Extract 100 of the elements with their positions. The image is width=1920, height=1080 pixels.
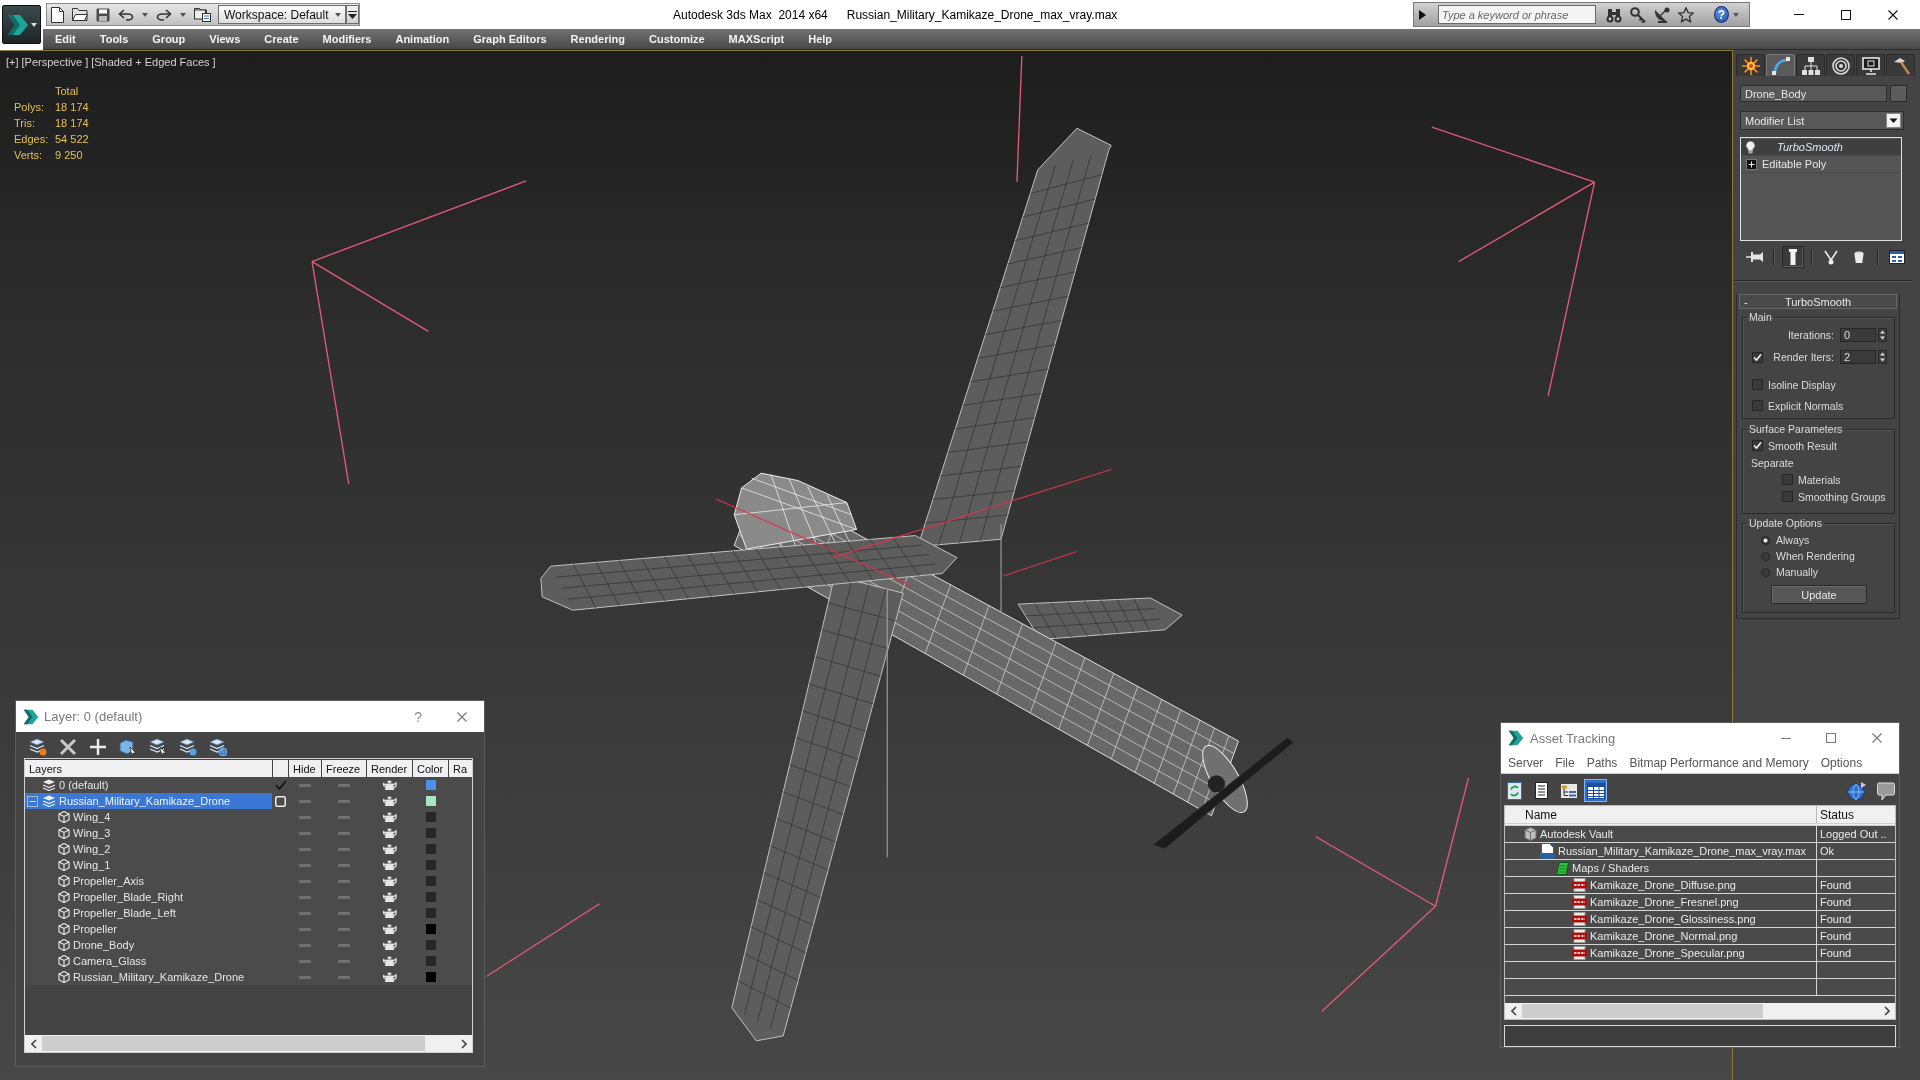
maximize-icon[interactable] bbox=[1841, 9, 1851, 20]
menu-item[interactable]: MAXScript bbox=[716, 29, 797, 49]
swatch-icon[interactable] bbox=[425, 940, 436, 950]
column-header[interactable]: Hide bbox=[289, 760, 321, 777]
swatch-icon[interactable] bbox=[425, 828, 436, 838]
menu-item[interactable]: Paths bbox=[1586, 756, 1618, 770]
swatch-icon[interactable] bbox=[425, 796, 436, 806]
panel-tab[interactable] bbox=[1796, 54, 1825, 76]
cube-cursor-icon[interactable] bbox=[119, 738, 137, 756]
layer-item[interactable]: Wing_4 bbox=[25, 809, 272, 825]
layer-dot-icon[interactable] bbox=[179, 738, 197, 756]
binoculars-icon[interactable] bbox=[1605, 6, 1622, 23]
minimize-icon[interactable] bbox=[1781, 737, 1791, 739]
menu-item[interactable]: Views bbox=[197, 29, 253, 49]
menu-item[interactable]: Server bbox=[1508, 756, 1544, 770]
checkbox[interactable] bbox=[1752, 379, 1763, 390]
layer-item[interactable]: Wing_1 bbox=[25, 857, 272, 873]
globe-icon[interactable] bbox=[1847, 781, 1866, 800]
menu-item[interactable]: Create bbox=[252, 29, 311, 49]
update-button[interactable]: Update bbox=[1771, 585, 1867, 604]
menu-item[interactable]: Tools bbox=[87, 29, 141, 49]
object-name-field[interactable]: Drone_Body bbox=[1740, 85, 1887, 102]
asset-item[interactable]: Kamikaze_Drone_Specular.png bbox=[1505, 945, 1817, 962]
layer-item[interactable]: Wing_2 bbox=[25, 841, 272, 857]
key-icon[interactable] bbox=[1629, 6, 1646, 23]
checkbox[interactable] bbox=[1782, 474, 1793, 485]
teapot-icon[interactable] bbox=[382, 811, 397, 823]
teapot-icon[interactable] bbox=[382, 923, 397, 935]
layer-gear-icon[interactable] bbox=[209, 738, 227, 756]
swatch-icon[interactable] bbox=[425, 812, 436, 822]
caret-icon[interactable] bbox=[1733, 12, 1739, 17]
swatch-icon[interactable] bbox=[425, 924, 436, 934]
asset-item[interactable]: Kamikaze_Drone_Diffuse.png bbox=[1505, 877, 1817, 894]
layer-star-icon[interactable] bbox=[29, 738, 47, 756]
asset-item[interactable]: Russian_Military_Kamikaze_Drone_max_vray.max bbox=[1505, 843, 1817, 860]
layer-item[interactable]: Propeller_Axis bbox=[25, 873, 272, 889]
chevron-left-icon[interactable] bbox=[1510, 1006, 1517, 1016]
scrollbar-thumb[interactable] bbox=[42, 1036, 425, 1051]
project-folder-icon[interactable] bbox=[194, 7, 211, 22]
panel-tab[interactable] bbox=[1766, 54, 1795, 76]
checkbox[interactable] bbox=[1782, 491, 1793, 502]
swatch-icon[interactable] bbox=[425, 844, 436, 854]
swatch-icon[interactable] bbox=[1890, 85, 1907, 102]
checkbox[interactable] bbox=[1752, 351, 1763, 363]
menu-item[interactable]: Modifiers bbox=[310, 29, 384, 49]
menu-item[interactable]: Animation bbox=[383, 29, 462, 49]
chevron-left-icon[interactable] bbox=[30, 1038, 37, 1049]
menu-item[interactable]: File bbox=[1555, 756, 1575, 770]
layer-item[interactable]: Propeller bbox=[25, 921, 272, 937]
spinner-arrows-icon[interactable] bbox=[1878, 350, 1887, 364]
column-header[interactable]: Freeze bbox=[322, 760, 366, 777]
light-bulb-icon[interactable] bbox=[1746, 140, 1755, 154]
column-header[interactable]: Name bbox=[1505, 806, 1817, 823]
panel-tab[interactable] bbox=[1826, 54, 1855, 76]
teapot-icon[interactable] bbox=[382, 795, 397, 807]
caret-icon[interactable] bbox=[180, 12, 186, 17]
search-field[interactable]: Type a keyword or phrase bbox=[1438, 5, 1596, 24]
help-button[interactable]: ? bbox=[414, 708, 422, 725]
horizontal-scrollbar[interactable] bbox=[1505, 1003, 1895, 1019]
folder-icon[interactable] bbox=[72, 8, 88, 21]
teapot-icon[interactable] bbox=[382, 875, 397, 887]
column-header[interactable]: Status bbox=[1817, 806, 1895, 823]
new-file-icon[interactable] bbox=[51, 6, 64, 23]
teapot-icon[interactable] bbox=[382, 955, 397, 967]
spinner-arrows-icon[interactable] bbox=[1878, 328, 1887, 342]
column-header[interactable]: Render bbox=[367, 760, 412, 777]
stack-tool-button[interactable] bbox=[1782, 246, 1804, 268]
asset-item[interactable]: Kamikaze_Drone_Fresnel.png bbox=[1505, 894, 1817, 911]
teapot-icon[interactable] bbox=[382, 859, 397, 871]
layer-item[interactable]: 0 (default) bbox=[25, 777, 272, 793]
column-header[interactable]: Color bbox=[413, 760, 448, 777]
viewport-menu-label[interactable]: [+] bbox=[6, 56, 19, 69]
asset-item[interactable]: Kamikaze_Drone_Glossiness.png bbox=[1505, 911, 1817, 928]
swatch-icon[interactable] bbox=[425, 876, 436, 886]
star-icon[interactable] bbox=[1677, 6, 1694, 23]
teapot-icon[interactable] bbox=[382, 907, 397, 919]
horizontal-scrollbar[interactable] bbox=[25, 1035, 472, 1052]
modifier-list-dropdown[interactable]: Modifier List bbox=[1740, 111, 1904, 130]
swatch-icon[interactable] bbox=[425, 860, 436, 870]
layer-item[interactable]: Drone_Body bbox=[25, 937, 272, 953]
layer-item[interactable]: Wing_3 bbox=[25, 825, 272, 841]
checkbox[interactable] bbox=[1752, 440, 1763, 451]
menu-item[interactable]: Help bbox=[796, 29, 845, 49]
checkbox[interactable] bbox=[1752, 400, 1763, 411]
chevron-right-icon[interactable] bbox=[1883, 1006, 1890, 1016]
radio-button[interactable] bbox=[1761, 535, 1770, 545]
check-icon[interactable] bbox=[274, 780, 287, 790]
spinner-field[interactable]: 2 bbox=[1840, 350, 1876, 364]
collapse-toggle[interactable]: - bbox=[1740, 295, 1758, 308]
toolbar-options-button[interactable] bbox=[346, 5, 359, 24]
layer-item[interactable]: Propeller_Blade_Left bbox=[25, 905, 272, 921]
help-button[interactable]: ? bbox=[1713, 6, 1729, 23]
swatch-icon[interactable] bbox=[425, 956, 436, 966]
menu-item[interactable]: Rendering bbox=[558, 29, 637, 49]
layer-item[interactable]: Propeller_Blade_Right bbox=[25, 889, 272, 905]
triangle-right-icon[interactable] bbox=[1419, 9, 1426, 20]
stack-item[interactable]: TurboSmooth bbox=[1741, 139, 1901, 156]
swatch-icon[interactable] bbox=[425, 908, 436, 918]
teapot-icon[interactable] bbox=[382, 779, 397, 791]
layer-item[interactable]: Russian_Military_Kamikaze_Drone bbox=[25, 969, 272, 985]
